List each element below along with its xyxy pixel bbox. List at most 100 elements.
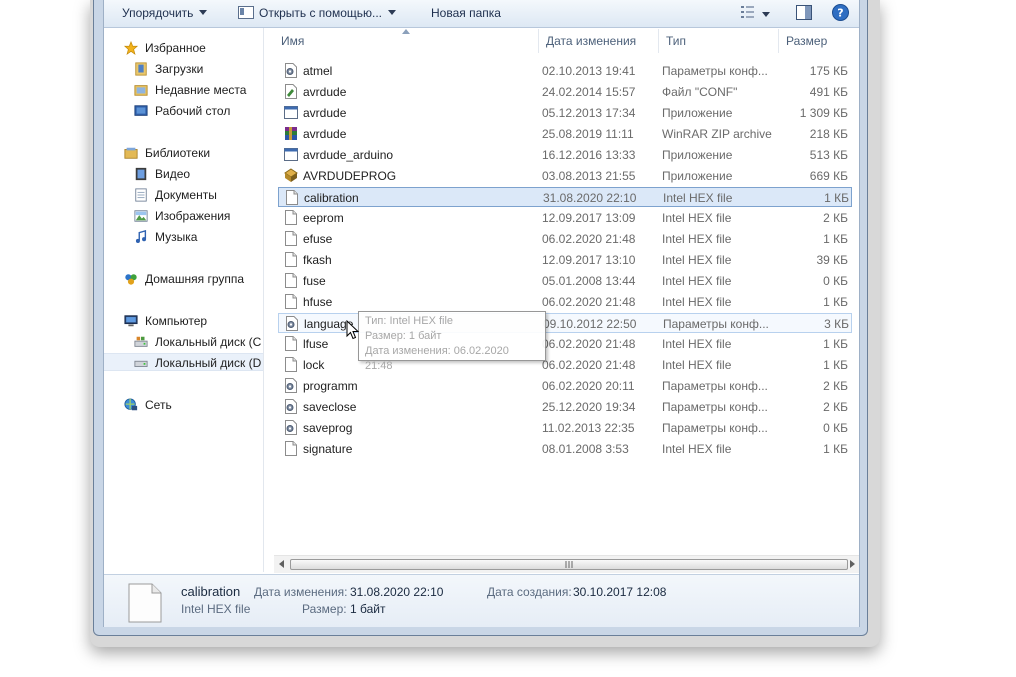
file-name: AVRDUDEPROG	[303, 169, 397, 183]
column-header-name[interactable]: Имя	[274, 29, 539, 53]
program-icon	[284, 168, 298, 182]
organize-button[interactable]: Упорядочить	[122, 6, 208, 20]
file-icon	[285, 336, 297, 351]
nav-images[interactable]: Изображения	[133, 207, 230, 225]
file-name: avrdude_arduino	[303, 148, 394, 162]
nav-computer[interactable]: Компьютер	[123, 312, 207, 330]
file-type: Intel HEX file	[662, 295, 732, 309]
help-icon: ?	[832, 4, 849, 21]
config-file-icon	[285, 399, 297, 414]
file-size: 1 КБ	[823, 232, 848, 246]
column-headers: Имя Дата изменения Тип Размер	[274, 29, 859, 53]
nav-video[interactable]: Видео	[133, 165, 190, 183]
file-row[interactable]: hfuse 06.02.2020 21:48 Intel HEX file 1 КБ	[278, 292, 852, 312]
file-name: atmel	[303, 64, 333, 78]
file-type: Параметры конф...	[663, 317, 769, 331]
scrollbar-thumb[interactable]	[290, 559, 848, 570]
file-date: 25.12.2020 19:34	[542, 400, 636, 414]
details-created-value: 30.10.2017 12:08	[573, 585, 667, 599]
file-name: saveclose	[303, 400, 357, 414]
nav-downloads[interactable]: Загрузки	[133, 60, 203, 78]
file-row[interactable]: signature 08.01.2008 3:53 Intel HEX file 1 …	[278, 439, 852, 459]
config-file-icon	[285, 378, 297, 393]
file-name: calibration	[304, 191, 359, 205]
scroll-left-icon[interactable]	[279, 560, 284, 568]
file-icon	[285, 441, 297, 456]
file-row[interactable]: avrdude 25.08.2019 11:11 WinRAR ZIP archiv…	[278, 124, 852, 144]
file-size: 1 КБ	[823, 295, 848, 309]
file-row[interactable]: efuse 06.02.2020 21:48 Intel HEX file 1 КБ	[278, 229, 852, 249]
preview-pane-button[interactable]	[796, 5, 812, 23]
command-bar: Упорядочить Открыть с помощью... Новая п…	[104, 0, 859, 28]
nav-network[interactable]: Сеть	[123, 396, 172, 414]
file-row[interactable]: avrdude 24.02.2014 15:57 Файл "CONF" 491 КБ	[278, 82, 852, 102]
recent-places-icon	[134, 85, 148, 96]
file-row[interactable]: AVRDUDEPROG 03.08.2013 21:55 Приложение 669…	[278, 166, 852, 186]
horizontal-scrollbar[interactable]	[274, 555, 859, 573]
help-button[interactable]: ?	[832, 4, 849, 24]
view-options-button[interactable]	[740, 5, 770, 22]
column-header-date[interactable]: Дата изменения	[539, 29, 659, 53]
file-tooltip: Тип: Intel HEX file Размер: 1 байт Дата …	[358, 311, 546, 372]
nav-music[interactable]: Музыка	[133, 228, 197, 246]
details-file-type: Intel HEX file	[181, 602, 251, 616]
column-header-size[interactable]: Размер	[779, 29, 859, 53]
file-size: 3 КБ	[824, 317, 849, 331]
file-size: 175 КБ	[809, 64, 848, 78]
images-library-icon	[134, 210, 148, 222]
config-file-icon	[286, 316, 298, 331]
details-file-name: calibration	[181, 584, 241, 599]
open-with-button[interactable]: Открыть с помощью...	[238, 6, 397, 20]
file-icon	[285, 357, 297, 372]
file-date: 12.09.2017 13:10	[542, 253, 636, 267]
file-type: Intel HEX file	[662, 274, 732, 288]
nav-libraries[interactable]: Библиотеки	[123, 144, 210, 162]
homegroup-icon	[125, 274, 137, 285]
tooltip-size: Размер: 1 байт	[365, 330, 442, 342]
application-icon	[284, 148, 298, 161]
nav-homegroup[interactable]: Домашняя группа	[123, 270, 244, 288]
nav-documents[interactable]: Документы	[133, 186, 217, 204]
organize-label: Упорядочить	[122, 6, 194, 20]
chevron-down-icon	[388, 10, 397, 15]
file-icon	[285, 231, 297, 246]
nav-disk-d[interactable]: Локальный диск (D	[104, 353, 263, 371]
file-row[interactable]: fuse 05.01.2008 13:44 Intel HEX file 0 КБ	[278, 271, 852, 291]
file-row[interactable]: eeprom 12.09.2017 13:09 Intel HEX file 2 КБ	[278, 208, 852, 228]
tooltip-type: Тип: Intel HEX file	[365, 315, 454, 327]
column-header-type[interactable]: Тип	[659, 29, 779, 53]
file-date: 25.08.2019 11:11	[542, 127, 634, 141]
details-pane: calibration Intel HEX file Дата изменени…	[104, 574, 859, 627]
nav-recent[interactable]: Недавние места	[133, 81, 246, 99]
details-created-label: Дата создания:	[487, 585, 572, 599]
file-row[interactable]: saveprog 11.02.2013 22:35 Параметры конф..…	[278, 418, 852, 438]
file-size: 0 КБ	[823, 274, 848, 288]
details-modified-label: Дата изменения:	[254, 585, 348, 599]
file-row[interactable]: avrdude_arduino 16.12.2016 13:33 Приложени…	[278, 145, 852, 165]
scroll-right-icon[interactable]	[850, 560, 855, 568]
file-date: 16.12.2016 13:33	[542, 148, 636, 162]
file-size: 2 КБ	[823, 400, 848, 414]
nav-favorites[interactable]: Избранное	[123, 39, 206, 57]
file-row[interactable]: saveclose 25.12.2020 19:34 Параметры конф.…	[278, 397, 852, 417]
file-name: programm	[303, 379, 358, 393]
new-folder-button[interactable]: Новая папка	[431, 6, 501, 20]
chevron-down-icon	[762, 12, 770, 17]
file-type: Intel HEX file	[662, 337, 732, 351]
file-type: Intel HEX file	[662, 232, 732, 246]
file-name: avrdude	[303, 127, 347, 141]
file-row[interactable]: programm 06.02.2020 20:11 Параметры конф..…	[278, 376, 852, 396]
nav-desktop[interactable]: Рабочий стол	[133, 102, 230, 120]
file-row[interactable]: avrdude 05.12.2013 17:34 Приложение 1 309 К…	[278, 103, 852, 123]
nav-disk-c[interactable]: Локальный диск (C	[133, 333, 261, 351]
selected-file-icon	[128, 583, 162, 623]
file-row[interactable]: calibration 31.08.2020 22:10 Intel HEX fil…	[278, 187, 852, 207]
open-with-label: Открыть с помощью...	[259, 6, 383, 20]
file-row[interactable]: fkash 12.09.2017 13:10 Intel HEX file 39 КБ	[278, 250, 852, 270]
file-type: Параметры конф...	[662, 379, 768, 393]
file-date: 06.02.2020 21:48	[542, 232, 636, 246]
file-row[interactable]: atmel 02.10.2013 19:41 Параметры конф... 17…	[278, 61, 852, 81]
file-type: Intel HEX file	[662, 358, 732, 372]
config-file-icon	[285, 420, 297, 435]
file-icon	[285, 294, 297, 309]
